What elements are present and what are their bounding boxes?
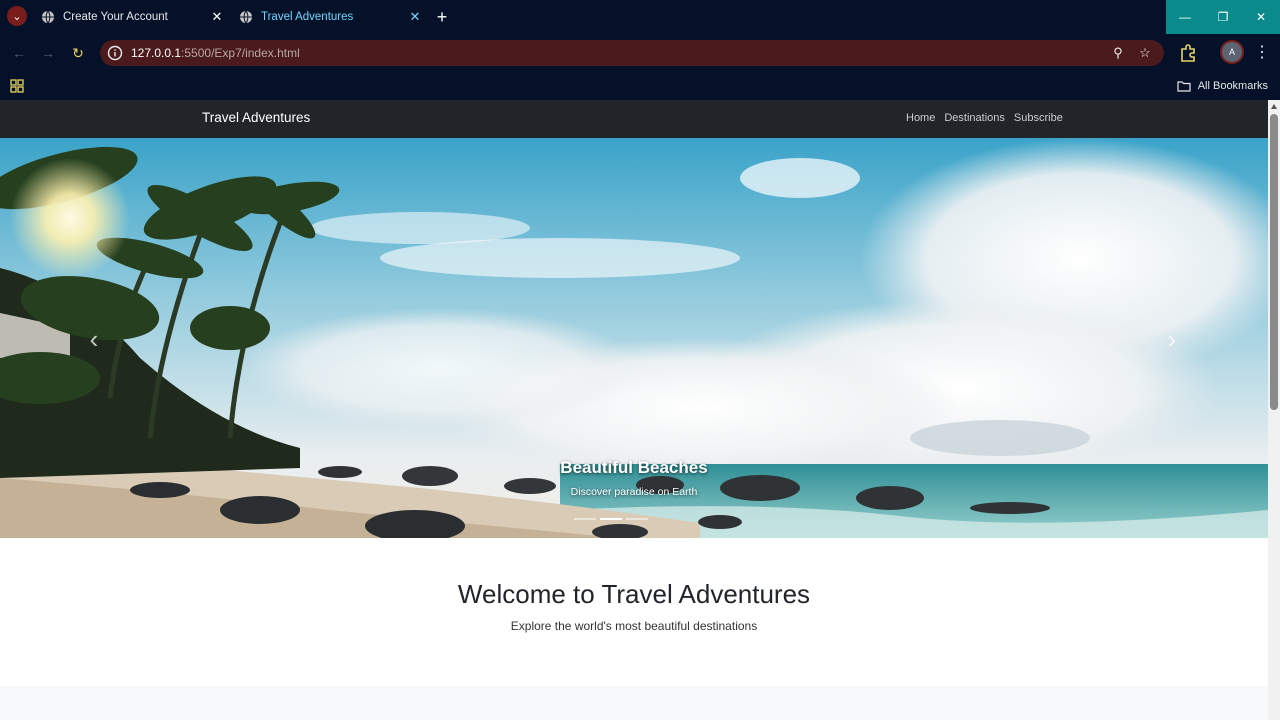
site-nav-links: Home Destinations Subscribe (906, 112, 1063, 124)
browser-toolbar: ← → ↻ 127.0.0.1:5500/Exp7/index.html ⚲ ☆… (0, 34, 1280, 72)
globe-icon (42, 10, 54, 24)
close-icon: ✕ (1255, 10, 1267, 24)
tab-travel-adventures[interactable]: Travel Adventures ✕ (232, 4, 428, 30)
carousel-indicator-active[interactable] (600, 518, 622, 520)
carousel-indicator[interactable] (626, 518, 648, 520)
carousel-prev-button[interactable]: ‹ (82, 324, 106, 354)
scroll-up-arrow-icon[interactable] (1271, 104, 1277, 109)
welcome-subtitle: Explore the world's most beautiful desti… (510, 619, 758, 633)
scroll-thumb[interactable] (1270, 114, 1278, 410)
carousel-next-button[interactable]: › (1160, 324, 1184, 354)
close-icon[interactable]: ✕ (208, 9, 226, 25)
arrow-left-icon: ← (12, 45, 26, 61)
destinations-section (0, 686, 1268, 720)
site-brand[interactable]: Travel Adventures (202, 110, 310, 125)
reload-button[interactable]: ↻ (68, 43, 88, 63)
avatar[interactable]: A (1222, 42, 1242, 62)
chevron-left-icon: ‹ (89, 323, 99, 354)
hero-carousel: ‹ › Beautiful Beaches Discover paradise … (0, 138, 1268, 538)
chevron-down-icon: ⌄ (12, 10, 22, 23)
tab-strip: ⌄ Create Your Account ✕ Travel Adventure… (0, 0, 1280, 34)
tab-search-button[interactable]: ⌄ (7, 6, 27, 26)
url-path: :5500/Exp7/index.html (181, 46, 300, 60)
reload-icon: ↻ (72, 44, 84, 61)
all-bookmarks-label: All Bookmarks (1197, 80, 1268, 92)
avatar-initial: A (1228, 47, 1235, 57)
zoom-icon[interactable]: ⚲ (1109, 44, 1127, 62)
tab-title: Travel Adventures (261, 11, 354, 23)
info-icon[interactable] (107, 45, 123, 61)
url-host: 127.0.0.1 (131, 46, 182, 60)
nav-link-destinations[interactable]: Destinations (944, 112, 1005, 124)
site-navbar: Travel Adventures Home Destinations Subs… (0, 100, 1268, 138)
back-button[interactable]: ← (9, 43, 29, 63)
tab-create-account[interactable]: Create Your Account ✕ (34, 4, 230, 30)
more-menu-icon[interactable]: ⋮ (1254, 43, 1270, 63)
page-viewport: Travel Adventures Home Destinations Subs… (0, 100, 1268, 720)
star-icon[interactable]: ☆ (1136, 44, 1154, 62)
address-bar[interactable]: 127.0.0.1:5500/Exp7/index.html ⚲ ☆ (100, 40, 1164, 66)
forward-button[interactable]: → (38, 43, 58, 63)
restore-button[interactable]: ❐ (1204, 0, 1242, 34)
minimize-icon: — (1179, 10, 1191, 24)
beach-image (0, 138, 1268, 538)
welcome-heading: Welcome to Travel Adventures (457, 579, 811, 609)
arrow-right-icon: → (41, 45, 55, 61)
tab-title: Create Your Account (63, 11, 168, 23)
folder-icon (1177, 81, 1191, 92)
new-tab-button[interactable]: + (432, 6, 452, 28)
bookmarks-bar: All Bookmarks (0, 72, 1280, 100)
slide-title: Beautiful Beaches (560, 458, 708, 477)
apps-grid-icon[interactable] (9, 78, 25, 94)
all-bookmarks-button[interactable]: All Bookmarks (1177, 77, 1268, 95)
page-scrollbar[interactable] (1268, 100, 1280, 720)
slide-subtitle: Discover paradise on Earth (570, 486, 698, 498)
extensions-icon[interactable] (1178, 43, 1198, 63)
plus-icon: + (436, 7, 448, 27)
carousel-indicator[interactable] (574, 518, 596, 520)
close-icon[interactable]: ✕ (406, 9, 424, 25)
globe-icon (240, 10, 252, 24)
restore-icon: ❐ (1217, 10, 1229, 24)
chevron-right-icon: › (1167, 323, 1177, 354)
minimize-button[interactable]: — (1166, 0, 1204, 34)
nav-link-home[interactable]: Home (906, 112, 935, 124)
close-window-button[interactable]: ✕ (1242, 0, 1280, 34)
nav-link-subscribe[interactable]: Subscribe (1014, 112, 1063, 124)
carousel-indicators (574, 518, 648, 520)
